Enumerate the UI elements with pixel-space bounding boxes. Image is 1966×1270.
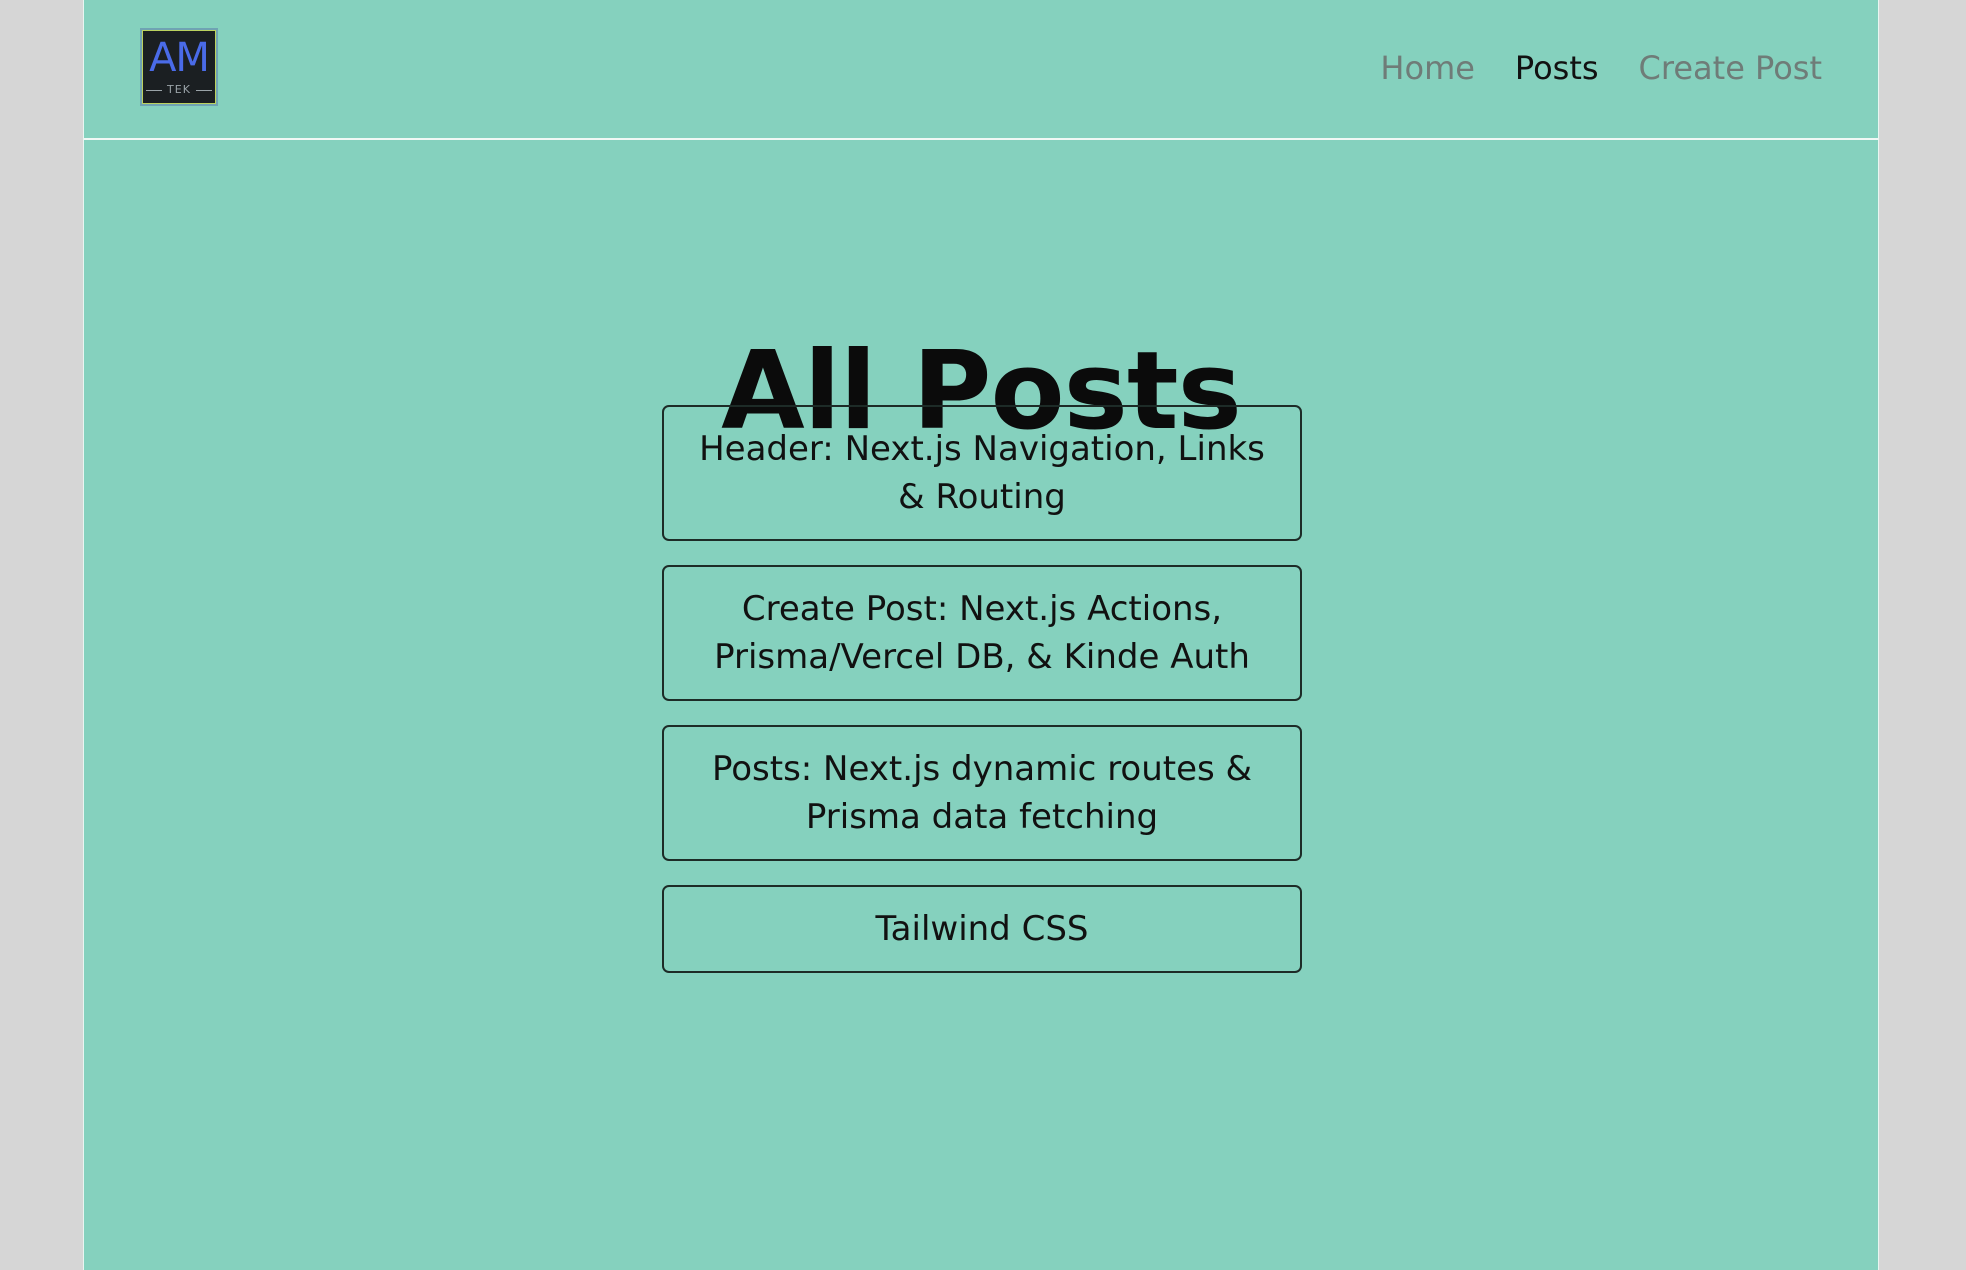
post-link[interactable]: Posts: Next.js dynamic routes & Prisma d… <box>662 725 1302 861</box>
page-container: AM TEK Home Posts Create Post All Posts … <box>83 0 1879 1270</box>
post-link[interactable]: Create Post: Next.js Actions, Prisma/Ver… <box>662 565 1302 701</box>
main-nav: Home Posts Create Post <box>1380 44 1822 92</box>
logo-text: AM <box>149 35 210 81</box>
post-list: Header: Next.js Navigation, Links & Rout… <box>662 405 1302 973</box>
post-link[interactable]: Tailwind CSS <box>662 885 1302 973</box>
site-header: AM TEK Home Posts Create Post <box>84 0 1878 140</box>
logo-rule-right <box>196 90 212 91</box>
post-link[interactable]: Header: Next.js Navigation, Links & Rout… <box>662 405 1302 541</box>
nav-link-home[interactable]: Home <box>1380 44 1475 92</box>
nav-link-create-post[interactable]: Create Post <box>1639 44 1822 92</box>
nav-link-posts[interactable]: Posts <box>1515 44 1599 92</box>
logo[interactable]: AM TEK <box>140 28 218 106</box>
